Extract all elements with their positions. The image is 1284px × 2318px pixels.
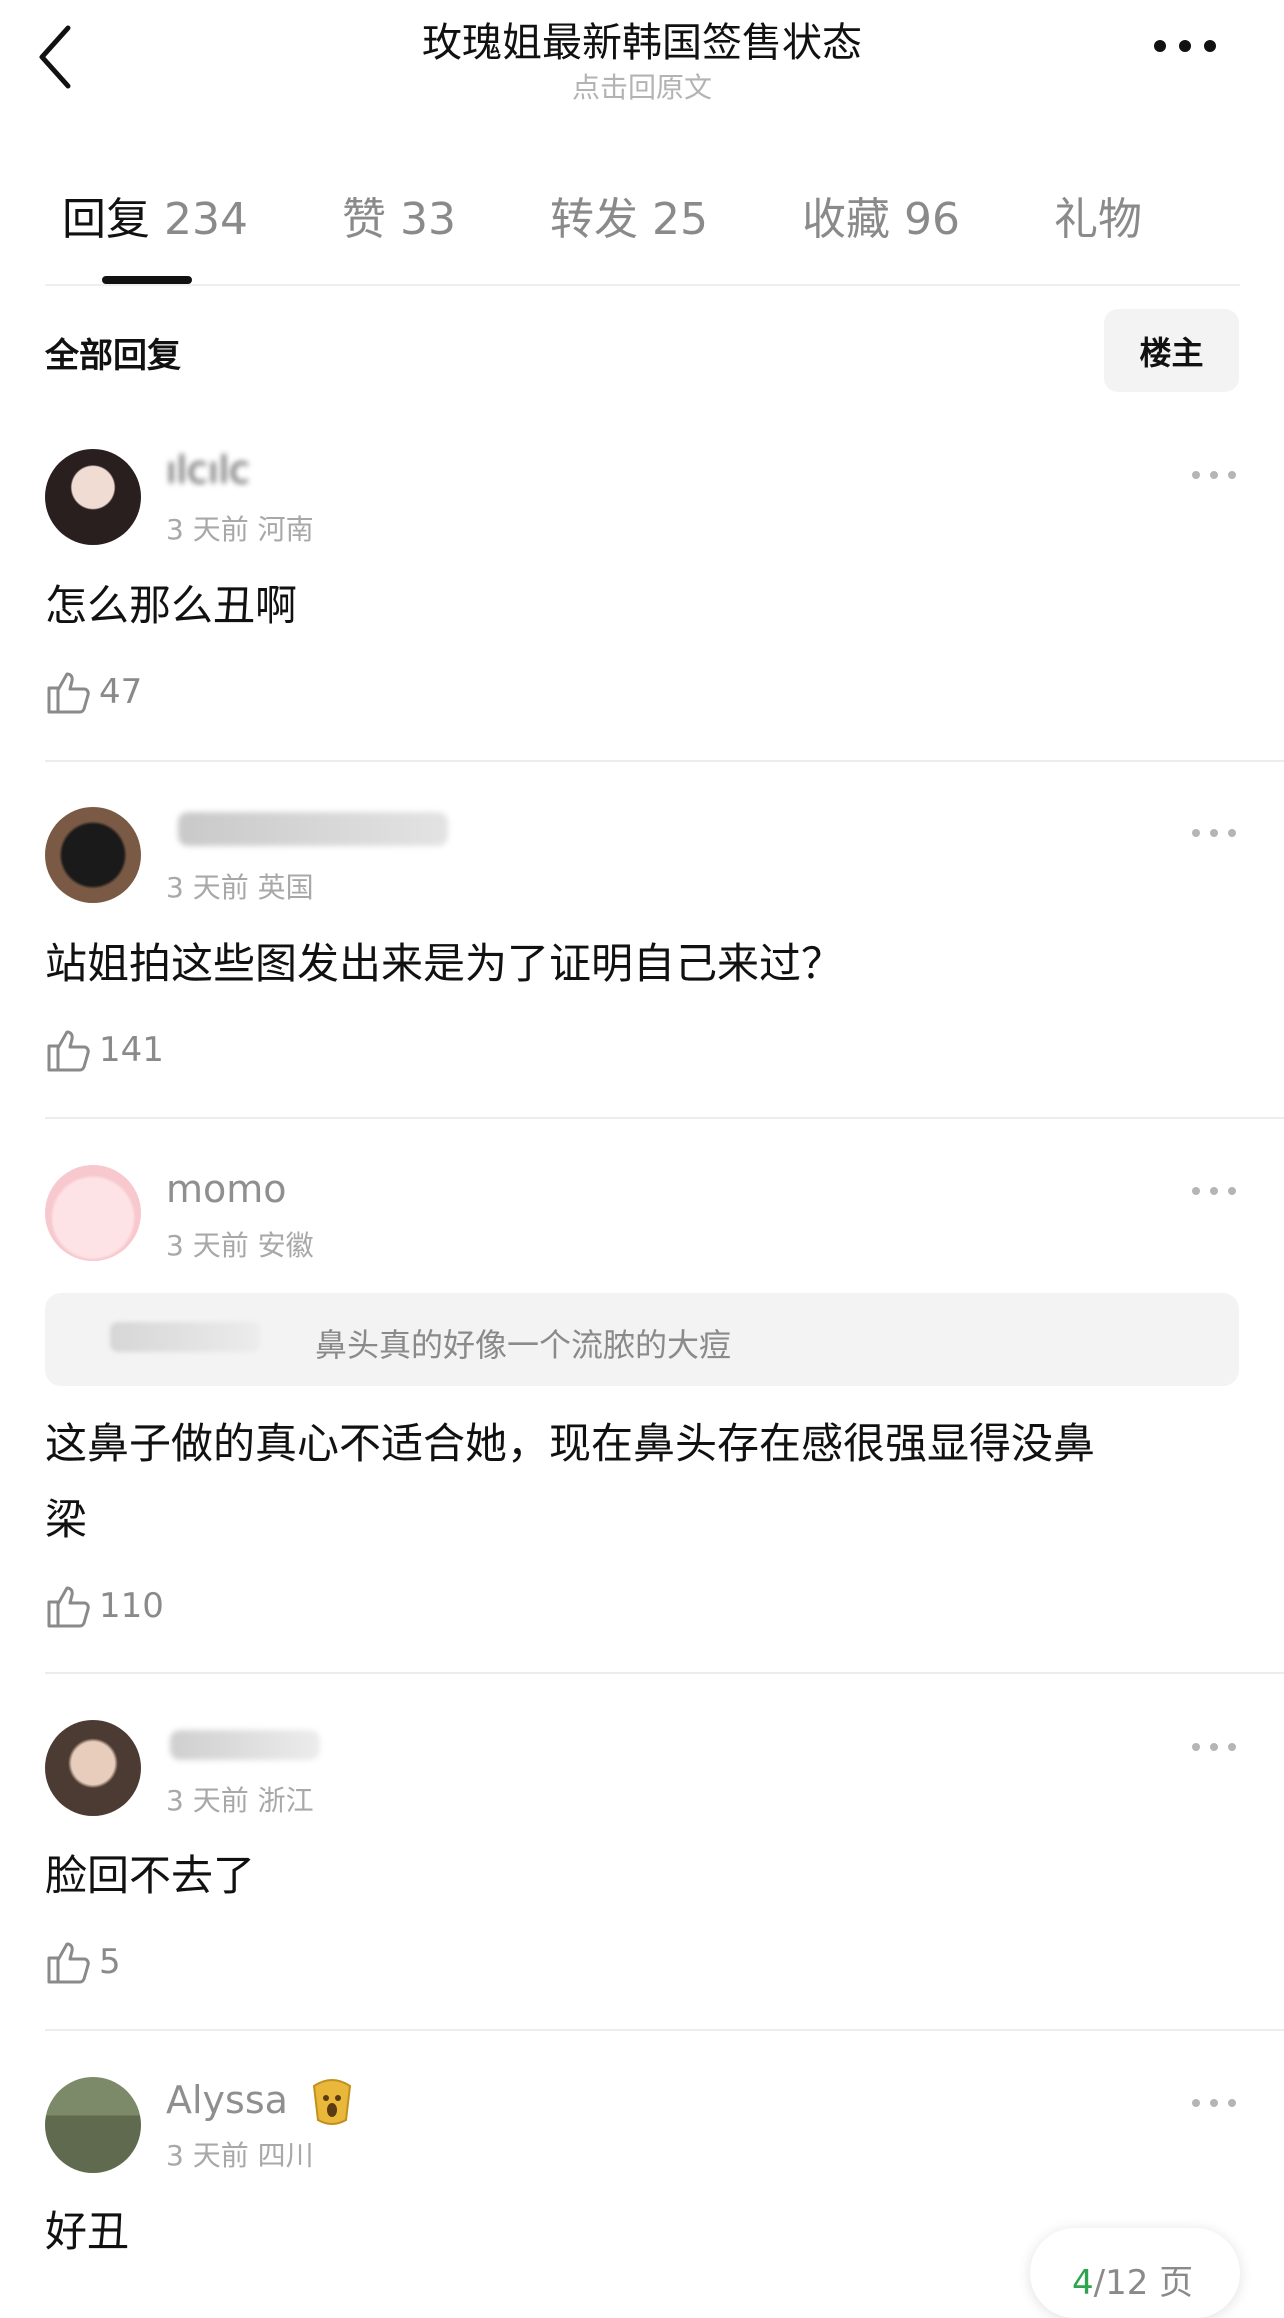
username[interactable] <box>178 812 448 846</box>
page-title: 玫瑰姐最新韩国签售状态 <box>422 20 862 66</box>
tab-favorites[interactable]: 收藏 96 <box>802 190 960 250</box>
divider <box>45 284 1240 286</box>
tab-label: 转发 <box>549 194 638 245</box>
active-tab-indicator <box>102 276 192 284</box>
comment-meta: 3 天前 四川 <box>166 2134 314 2174</box>
tab-count: 96 <box>903 194 960 245</box>
username[interactable]: momo <box>166 1167 287 1211</box>
tab-gifts[interactable]: 礼物 <box>1054 190 1142 250</box>
divider <box>45 760 1284 762</box>
like-count: 141 <box>99 1030 164 1070</box>
comment-content: 怎么那么丑啊 <box>45 581 298 630</box>
tab-likes[interactable]: 赞 33 <box>342 190 456 250</box>
like-button[interactable]: 141 <box>45 1026 164 1074</box>
back-to-original-link[interactable]: 点击回原文 <box>0 66 1284 106</box>
comment-location: 河南 <box>257 513 314 546</box>
avatar[interactable] <box>45 1720 141 1816</box>
comment-more-button[interactable] <box>1190 1182 1240 1198</box>
comment-content-continued: 梁 <box>45 1495 88 1544</box>
comment-content: 好丑 <box>45 2207 130 2256</box>
current-page: 4 <box>1072 2263 1094 2303</box>
comment-meta: 3 天前 河南 <box>166 508 314 548</box>
comment-location: 四川 <box>257 2139 314 2172</box>
divider <box>45 1672 1284 1674</box>
comment-time: 3 天前 <box>166 1784 249 1817</box>
total-pages: /12 页 <box>1093 2263 1194 2303</box>
comment-more-button[interactable] <box>1190 824 1240 840</box>
avatar[interactable] <box>45 1165 141 1261</box>
tab-label: 赞 <box>341 194 386 245</box>
quoted-username <box>110 1322 260 1352</box>
comment-location: 安徽 <box>257 1229 314 1262</box>
like-count: 110 <box>99 1586 164 1626</box>
like-count: 47 <box>99 672 143 712</box>
comment-location: 英国 <box>257 871 314 904</box>
comment-content: 这鼻子做的真心不适合她，现在鼻头存在感很强显得没鼻 <box>45 1419 1096 1468</box>
thumbs-up-icon <box>47 672 90 714</box>
comment-time: 3 天前 <box>166 1229 249 1262</box>
comment-more-button[interactable] <box>1190 2094 1240 2110</box>
avatar[interactable] <box>45 2077 141 2173</box>
quote-text: 鼻头真的好像一个流脓的大痘 <box>315 1326 732 1364</box>
comment-more-button[interactable] <box>1190 1738 1240 1754</box>
like-button[interactable]: 110 <box>45 1582 164 1630</box>
like-button[interactable]: 47 <box>45 668 142 716</box>
divider <box>45 2029 1284 2031</box>
comment-more-button[interactable] <box>1190 466 1240 482</box>
like-button[interactable]: 5 <box>45 1938 121 1986</box>
divider <box>45 1117 1284 1119</box>
comment-location: 浙江 <box>257 1784 314 1817</box>
badge-icon <box>312 2079 352 2125</box>
comment-time: 3 天前 <box>166 513 249 546</box>
avatar[interactable] <box>45 449 141 545</box>
more-dots-icon <box>1192 2099 1236 2107</box>
tab-count: 25 <box>651 194 708 245</box>
comment-time: 3 天前 <box>166 871 249 904</box>
more-dots-icon <box>1192 829 1236 837</box>
username[interactable]: Alyssa <box>166 2078 288 2122</box>
all-replies-label: 全部回复 <box>45 336 181 376</box>
op-only-button[interactable]: 楼主 <box>1104 309 1239 392</box>
like-count: 5 <box>99 1942 121 1982</box>
page-number: 4/12 页 <box>1072 2255 1193 2304</box>
tab-reposts[interactable]: 转发 25 <box>550 190 708 250</box>
tab-label: 回复 <box>62 194 150 245</box>
more-dots-icon <box>1154 40 1216 52</box>
tab-label: 收藏 <box>801 194 890 245</box>
thumbs-up-icon <box>47 1942 90 1984</box>
avatar[interactable] <box>45 807 141 903</box>
comment-content: 站姐拍这些图发出来是为了证明自己来过？ <box>45 939 844 988</box>
tab-count: 33 <box>399 194 456 245</box>
tab-bar: 回复 234 赞 33 转发 25 收藏 96 礼物 <box>62 190 1236 250</box>
more-dots-icon <box>1192 1187 1236 1195</box>
thumbs-up-icon <box>47 1030 90 1072</box>
comment-content: 脸回不去了 <box>45 1851 256 1900</box>
username[interactable]: ılcılc <box>166 448 250 492</box>
more-dots-icon <box>1192 471 1236 479</box>
more-button[interactable] <box>1150 36 1230 76</box>
comment-meta: 3 天前 安徽 <box>166 1224 314 1264</box>
comment-time: 3 天前 <box>166 2139 249 2172</box>
more-dots-icon <box>1192 1743 1236 1751</box>
thumbs-up-icon <box>47 1586 90 1628</box>
tab-label: 礼物 <box>1053 194 1142 245</box>
comment-meta: 3 天前 英国 <box>166 866 314 906</box>
comment-meta: 3 天前 浙江 <box>166 1779 314 1819</box>
tab-count: 234 <box>164 194 248 245</box>
tab-replies[interactable]: 回复 234 <box>62 190 248 250</box>
username[interactable] <box>170 1730 320 1760</box>
fan-badge-icon <box>306 2072 358 2128</box>
